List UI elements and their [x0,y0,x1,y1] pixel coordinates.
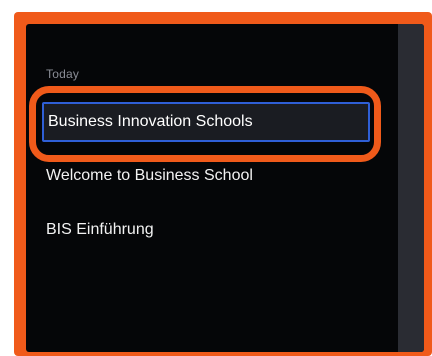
scrollbar[interactable] [398,24,424,352]
section-label-today: Today [46,67,80,81]
chat-history-sidebar: Today Welcome to Business School BIS Ein… [26,24,424,352]
chat-item-welcome-to-business-school[interactable]: Welcome to Business School [46,167,253,185]
annotation-highlight-ring [29,86,381,162]
chat-item-bis-einfuehrung[interactable]: BIS Einführung [46,221,154,239]
